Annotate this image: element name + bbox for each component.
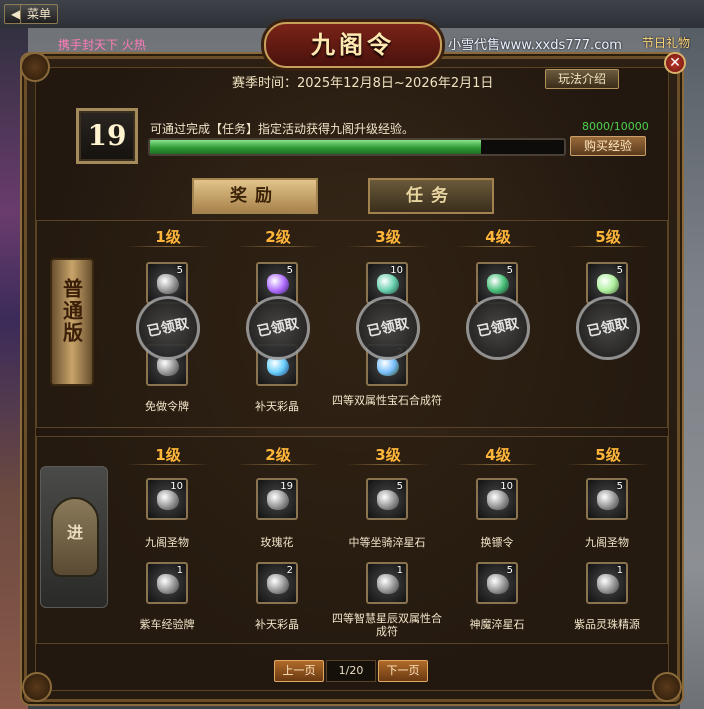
item-icon	[267, 574, 289, 594]
item-icon	[487, 490, 509, 510]
corner-ornament-icon	[22, 672, 52, 702]
reward-item[interactable]: 1	[146, 562, 188, 604]
item-name: 补天彩晶	[255, 400, 299, 413]
watermark-text: 小雪代售www.xxds777.com	[448, 38, 622, 53]
normal-version-plaque: 普通版	[50, 258, 94, 386]
reward-item[interactable]: 5	[476, 562, 518, 604]
advanced-version-label: 进	[66, 523, 83, 542]
item-name: 玫瑰花	[260, 536, 294, 549]
reward-item[interactable]: 2	[256, 562, 298, 604]
item-icon	[597, 574, 619, 594]
item-icon	[157, 574, 179, 594]
item-icon	[157, 490, 179, 510]
marquee-text: 携手封天下 火热	[58, 38, 146, 52]
level-header-4: 4级	[485, 228, 511, 246]
close-icon[interactable]: ✕	[664, 52, 686, 74]
level-divider	[126, 246, 210, 247]
exp-progress-fill	[150, 140, 482, 154]
reward-item[interactable]: 19	[256, 478, 298, 520]
window-title-plate: 九阁令	[264, 22, 442, 68]
item-count: 5	[506, 565, 513, 576]
level-divider	[456, 464, 540, 465]
reward-item[interactable]: 5	[366, 478, 408, 520]
item-name: 九阁圣物	[145, 536, 189, 549]
item-count: 5	[506, 265, 513, 276]
item-name: 换镖令	[480, 536, 514, 549]
level-badge: 19	[76, 108, 138, 164]
item-icon	[597, 274, 619, 294]
item-icon	[157, 274, 179, 294]
item-icon	[487, 274, 509, 294]
background-right-scene	[680, 0, 704, 709]
item-icon	[377, 274, 399, 294]
normal-version-label: 普通版	[59, 278, 84, 344]
item-name: 紫品灵珠精源	[574, 618, 640, 631]
exp-counter: 8000/10000	[582, 120, 649, 133]
reward-item[interactable]: 1	[366, 562, 408, 604]
item-name: 中等坐骑淬星石	[348, 536, 426, 549]
item-name: 四等双属性宝石合成符	[332, 394, 442, 407]
item-name: 九阁圣物	[585, 536, 629, 549]
item-count: 5	[616, 265, 623, 276]
reward-item[interactable]: 1	[586, 562, 628, 604]
tab-task[interactable]: 任务	[368, 178, 494, 214]
item-icon	[377, 574, 399, 594]
exp-description: 可通过完成【任务】指定活动获得九阁升级经验。	[150, 122, 415, 136]
item-count: 1	[176, 565, 183, 576]
level-header-5: 5级	[595, 446, 621, 464]
holiday-gift-link[interactable]: 节日礼物	[642, 34, 690, 51]
level-header-2: 2级	[265, 446, 291, 464]
level-header-3: 3级	[375, 228, 401, 246]
item-icon	[267, 274, 289, 294]
prev-page-button[interactable]: 上一页	[274, 660, 324, 682]
level-divider	[566, 464, 650, 465]
tab-reward[interactable]: 奖励	[192, 178, 318, 214]
season-time: 赛季时间：2025年12月8日~2026年2月1日	[232, 76, 494, 91]
menu-button[interactable]: 菜单	[20, 4, 59, 24]
item-name: 免做令牌	[145, 400, 189, 413]
item-name: 神魔淬星石	[469, 618, 525, 631]
item-count: 5	[396, 481, 403, 492]
buy-exp-button[interactable]: 购买经验	[570, 136, 646, 156]
level-header-1: 1级	[155, 228, 181, 246]
item-icon	[267, 490, 289, 510]
level-header-4: 4级	[485, 446, 511, 464]
reward-item[interactable]: 10	[146, 478, 188, 520]
item-name: 补天彩晶	[255, 618, 299, 631]
exp-progress-bar	[148, 138, 566, 156]
level-divider	[236, 246, 320, 247]
next-page-button[interactable]: 下一页	[378, 660, 428, 682]
level-divider	[346, 246, 430, 247]
reward-item[interactable]: 5	[586, 478, 628, 520]
item-name: 紫车经验牌	[139, 618, 195, 631]
item-count: 5	[616, 481, 623, 492]
item-count: 5	[176, 265, 183, 276]
item-count: 5	[286, 265, 293, 276]
level-header-2: 2级	[265, 228, 291, 246]
item-name: 四等智慧星辰双属性合成符	[332, 612, 442, 638]
corner-ornament-icon	[20, 52, 50, 82]
level-header-3: 3级	[375, 446, 401, 464]
level-divider	[346, 464, 430, 465]
level-divider	[456, 246, 540, 247]
level-divider	[566, 246, 650, 247]
advanced-lock-icon: 进	[51, 497, 99, 577]
window-title: 九阁令	[311, 30, 395, 59]
item-icon	[597, 490, 619, 510]
item-icon	[487, 574, 509, 594]
corner-ornament-icon	[652, 672, 682, 702]
item-count: 2	[286, 565, 293, 576]
item-icon	[377, 490, 399, 510]
item-count: 1	[616, 565, 623, 576]
item-count: 1	[396, 565, 403, 576]
level-header-5: 5级	[595, 228, 621, 246]
level-number: 19	[87, 119, 127, 152]
level-divider	[236, 464, 320, 465]
level-header-1: 1级	[155, 446, 181, 464]
how-to-play-button[interactable]: 玩法介绍	[545, 69, 619, 89]
reward-item[interactable]: 10	[476, 478, 518, 520]
advanced-version-plaque: 进	[40, 466, 108, 608]
level-divider	[126, 464, 210, 465]
page-indicator: 1/20	[326, 660, 376, 682]
